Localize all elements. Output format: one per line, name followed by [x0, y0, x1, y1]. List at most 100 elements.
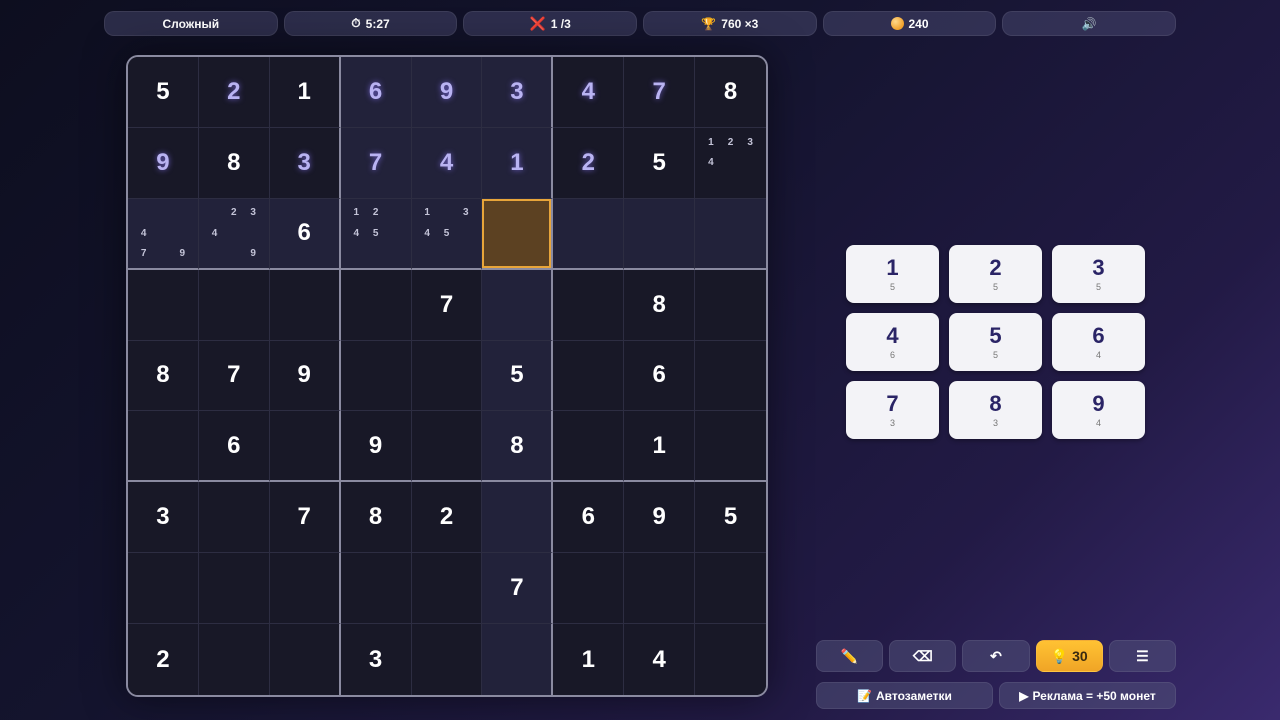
erase-button[interactable]: ⌫ [889, 640, 957, 672]
sudoku-cell[interactable] [482, 198, 554, 270]
sudoku-cell[interactable] [624, 553, 696, 625]
sudoku-cell[interactable]: 2 [128, 624, 199, 695]
number-button-4[interactable]: 46 [846, 313, 939, 371]
sudoku-cell[interactable] [269, 553, 341, 625]
sudoku-cell[interactable] [482, 482, 554, 554]
sudoku-cell[interactable]: 3 [269, 127, 341, 199]
sudoku-cell[interactable]: 1 [269, 57, 341, 128]
sudoku-cell[interactable]: 5 [128, 57, 199, 128]
sudoku-cell[interactable]: 3 [340, 624, 412, 695]
sudoku-cell[interactable] [411, 340, 483, 412]
sudoku-cell[interactable] [269, 411, 341, 483]
sudoku-cell[interactable]: 9 [340, 411, 412, 483]
number-button-2[interactable]: 25 [949, 245, 1042, 303]
sudoku-cell[interactable]: 4 7 9 [128, 198, 199, 270]
sudoku-cell[interactable]: 6 [340, 57, 412, 128]
sudoku-cell[interactable]: 2 [198, 57, 270, 128]
number-button-7[interactable]: 73 [846, 381, 939, 439]
number-button-6[interactable]: 64 [1052, 313, 1145, 371]
sudoku-cell[interactable] [340, 553, 412, 625]
sudoku-cell[interactable]: 1 [553, 624, 625, 695]
sudoku-cell[interactable] [198, 553, 270, 625]
sudoku-cell[interactable]: 4 [411, 127, 483, 199]
sudoku-cell[interactable]: 4 [553, 57, 625, 128]
sudoku-cell[interactable] [198, 269, 270, 341]
sudoku-cell[interactable]: 8 [198, 127, 270, 199]
sudoku-cell[interactable] [411, 553, 483, 625]
sudoku-cell[interactable] [624, 198, 696, 270]
sudoku-cell[interactable]: 9 [269, 340, 341, 412]
pencil-button[interactable]: ✏️ [816, 640, 884, 672]
number-button-1[interactable]: 15 [846, 245, 939, 303]
sudoku-cell[interactable] [340, 269, 412, 341]
watch-ad-button[interactable]: ▶ Реклама = +50 монет [999, 682, 1176, 709]
sudoku-cell[interactable]: 8 [624, 269, 696, 341]
sudoku-cell[interactable]: 5 [624, 127, 696, 199]
menu-button[interactable]: ☰ [1108, 640, 1177, 672]
sudoku-cell[interactable]: 8 [695, 57, 766, 128]
sudoku-cell[interactable]: 2 [411, 482, 483, 554]
sudoku-cell[interactable]: 7 [482, 553, 554, 625]
sudoku-cell[interactable]: 9 [624, 482, 696, 554]
number-button-3[interactable]: 35 [1052, 245, 1145, 303]
hint-button[interactable]: 💡 30 [1035, 640, 1103, 672]
sudoku-cell[interactable]: 7 [624, 57, 696, 128]
sudoku-cell[interactable] [128, 411, 199, 483]
sudoku-cell[interactable] [553, 411, 625, 483]
sudoku-cell[interactable]: 5 [695, 482, 766, 554]
sudoku-cell[interactable] [695, 624, 766, 695]
toolbar: ✏️ ⌫ ↶ 💡 30 ☰ [816, 640, 1177, 672]
sudoku-cell[interactable]: 1 2 3 4 [695, 127, 766, 199]
undo-button[interactable]: ↶ [962, 640, 1030, 672]
sudoku-cell[interactable] [553, 340, 625, 412]
sudoku-cell[interactable] [695, 340, 766, 412]
sudoku-cell[interactable] [269, 269, 341, 341]
sound-toggle-button[interactable]: 🔊 [1002, 11, 1177, 36]
sudoku-cell[interactable] [411, 624, 483, 695]
number-remaining-count: 5 [992, 282, 998, 292]
sudoku-cell[interactable]: 6 [269, 198, 341, 270]
sudoku-cell[interactable] [482, 269, 554, 341]
sudoku-cell[interactable]: 4 [624, 624, 696, 695]
sudoku-cell[interactable] [482, 624, 554, 695]
sudoku-cell[interactable]: 6 [198, 411, 270, 483]
sudoku-cell[interactable]: 9 [128, 127, 199, 199]
sudoku-cell[interactable]: 9 [411, 57, 483, 128]
sudoku-cell[interactable] [340, 340, 412, 412]
sudoku-cell[interactable]: 7 [269, 482, 341, 554]
sudoku-cell[interactable] [269, 624, 341, 695]
sudoku-cell[interactable] [553, 269, 625, 341]
sudoku-cell[interactable] [695, 269, 766, 341]
sudoku-cell[interactable]: 6 [624, 340, 696, 412]
sudoku-cell[interactable] [411, 411, 483, 483]
sudoku-cell[interactable] [695, 553, 766, 625]
sudoku-cell[interactable]: 1 [482, 127, 554, 199]
number-button-9[interactable]: 94 [1052, 381, 1145, 439]
number-button-5[interactable]: 55 [949, 313, 1042, 371]
sudoku-cell[interactable]: 1 [624, 411, 696, 483]
number-button-8[interactable]: 83 [949, 381, 1042, 439]
sudoku-cell[interactable] [695, 198, 766, 270]
sudoku-cell[interactable]: 1 3 4 5 [411, 198, 483, 270]
sudoku-cell[interactable]: 7 [340, 127, 412, 199]
sudoku-cell[interactable] [128, 553, 199, 625]
sudoku-cell[interactable] [198, 482, 270, 554]
sudoku-cell[interactable]: 2 3 4 9 [198, 198, 270, 270]
sudoku-cell[interactable]: 8 [482, 411, 554, 483]
sudoku-cell[interactable]: 5 [482, 340, 554, 412]
sudoku-cell[interactable]: 3 [482, 57, 554, 128]
sudoku-cell[interactable]: 8 [128, 340, 199, 412]
autonotes-button[interactable]: 📝 Автозаметки [816, 682, 993, 709]
sudoku-cell[interactable]: 6 [553, 482, 625, 554]
sudoku-cell[interactable] [198, 624, 270, 695]
sudoku-cell[interactable] [695, 411, 766, 483]
sudoku-cell[interactable]: 3 [128, 482, 199, 554]
sudoku-cell[interactable] [553, 553, 625, 625]
sudoku-cell[interactable]: 7 [198, 340, 270, 412]
sudoku-cell[interactable]: 1245 [340, 198, 412, 270]
sudoku-cell[interactable] [128, 269, 199, 341]
sudoku-cell[interactable]: 7 [411, 269, 483, 341]
sudoku-cell[interactable] [553, 198, 625, 270]
sudoku-cell[interactable]: 8 [340, 482, 412, 554]
sudoku-cell[interactable]: 2 [553, 127, 625, 199]
